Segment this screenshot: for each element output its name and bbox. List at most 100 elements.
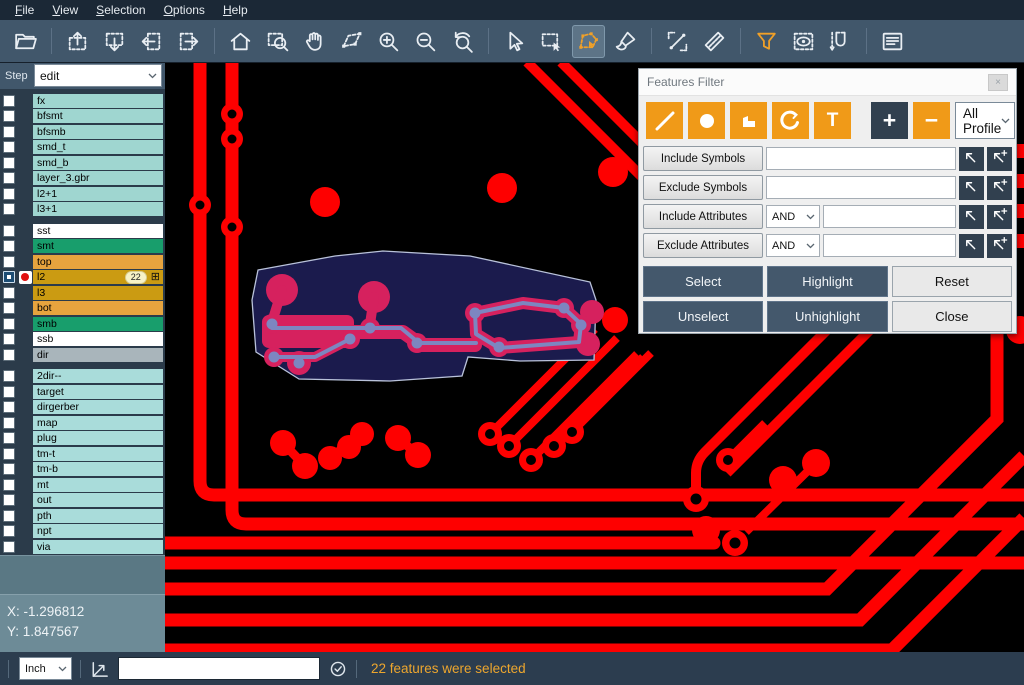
layer-checkbox-dir[interactable] (0, 349, 17, 361)
layer-checkbox-l3[interactable] (0, 287, 17, 299)
layer-checkbox-bot[interactable] (0, 302, 17, 314)
layer-checkbox-map[interactable] (0, 417, 17, 429)
close-button[interactable]: Close (892, 301, 1012, 332)
layer-grid-icon[interactable]: ⊞ (151, 272, 160, 283)
layer-name-l2+1[interactable]: l2+1 (33, 187, 163, 201)
layer-checkbox-2dir--[interactable] (0, 370, 17, 382)
features-filter-button[interactable] (750, 25, 783, 58)
measure-button[interactable] (661, 25, 694, 58)
ruler-button[interactable] (698, 25, 731, 58)
select-button[interactable]: Select (643, 266, 763, 297)
text-filter-button[interactable]: T (814, 102, 851, 139)
view-options-button[interactable] (787, 25, 820, 58)
layer-name-l2[interactable]: l222⊞ (33, 270, 163, 284)
layer-name-bfsmt[interactable]: bfsmt (33, 109, 163, 123)
line-filter-button[interactable] (646, 102, 683, 139)
layer-name-pth[interactable]: pth (33, 509, 163, 523)
include-attributes-pick-icon[interactable] (959, 205, 984, 229)
layer-checkbox-tm-b[interactable] (0, 463, 17, 475)
layer-name-smd_b[interactable]: smd_b (33, 156, 163, 170)
layer-name-top[interactable]: top (33, 255, 163, 269)
layer-checkbox-l2+1[interactable] (0, 188, 17, 200)
exclude-attributes-and-select[interactable]: AND (766, 234, 820, 257)
zoom-previous-button[interactable] (446, 25, 479, 58)
include-symbols-input[interactable] (766, 147, 956, 170)
layer-checkbox-bfsmb[interactable] (0, 126, 17, 138)
layer-name-l3[interactable]: l3 (33, 286, 163, 300)
arc-filter-button[interactable] (772, 102, 809, 139)
refresh-check-icon[interactable] (328, 659, 348, 679)
exclude-attributes-input[interactable] (823, 234, 956, 257)
layer-checkbox-bfsmt[interactable] (0, 110, 17, 122)
layer-checkbox-target[interactable] (0, 386, 17, 398)
unit-select[interactable]: Inch (19, 657, 72, 680)
layer-checkbox-fx[interactable] (0, 95, 17, 107)
layer-checkbox-top[interactable] (0, 256, 17, 268)
layer-name-2dir--[interactable]: 2dir-- (33, 369, 163, 383)
zoom-in-button[interactable] (372, 25, 405, 58)
layer-checkbox-smb[interactable] (0, 318, 17, 330)
layers-panel-button[interactable] (876, 25, 909, 58)
dialog-title-bar[interactable]: Features Filter × (639, 69, 1016, 96)
layer-name-map[interactable]: map (33, 416, 163, 430)
layer-name-via[interactable]: via (33, 540, 163, 554)
remove-filter-button[interactable]: − (913, 102, 950, 139)
snap-button[interactable] (824, 25, 857, 58)
layer-name-tm-b[interactable]: tm-b (33, 462, 163, 476)
include-symbols-button[interactable]: Include Symbols (643, 146, 763, 171)
include-symbols-pick-icon[interactable] (959, 147, 984, 171)
layer-name-smt[interactable]: smt (33, 239, 163, 253)
exclude-attributes-pick-add-icon[interactable] (987, 234, 1012, 258)
zoom-polygon-button[interactable] (335, 25, 368, 58)
layer-checkbox-ssb[interactable] (0, 333, 17, 345)
include-attributes-and-select[interactable]: AND (766, 205, 820, 228)
include-attributes-input[interactable] (823, 205, 956, 228)
menu-selection[interactable]: Selection (87, 2, 154, 18)
layer-checkbox-l2[interactable] (0, 271, 17, 283)
pan-button[interactable] (298, 25, 331, 58)
layer-checkbox-smd_t[interactable] (0, 141, 17, 153)
layer-checkbox-smt[interactable] (0, 240, 17, 252)
dialog-close-button[interactable]: × (988, 74, 1008, 91)
rectangle-select-button[interactable] (535, 25, 568, 58)
layer-name-fx[interactable]: fx (33, 94, 163, 108)
layer-name-plug[interactable]: plug (33, 431, 163, 445)
layer-checkbox-pth[interactable] (0, 510, 17, 522)
layer-checkbox-smd_b[interactable] (0, 157, 17, 169)
import-down-button[interactable] (98, 25, 131, 58)
layer-checkbox-tm-t[interactable] (0, 448, 17, 460)
layer-checkbox-npt[interactable] (0, 525, 17, 537)
exclude-symbols-pick-add-icon[interactable] (987, 176, 1012, 200)
layer-checkbox-plug[interactable] (0, 432, 17, 444)
command-input[interactable] (118, 657, 320, 680)
shift-right-button[interactable] (172, 25, 205, 58)
step-select[interactable]: edit (34, 64, 162, 87)
surface-filter-button[interactable] (730, 102, 767, 139)
zoom-home-button[interactable] (224, 25, 257, 58)
add-filter-button[interactable]: + (871, 102, 908, 139)
include-attributes-pick-add-icon[interactable] (987, 205, 1012, 229)
profile-select[interactable]: All Profile (955, 102, 1015, 139)
layer-name-l3+1[interactable]: l3+1 (33, 202, 163, 216)
layer-name-tm-t[interactable]: tm-t (33, 447, 163, 461)
brush-button[interactable] (609, 25, 642, 58)
shift-left-button[interactable] (135, 25, 168, 58)
include-symbols-pick-add-icon[interactable] (987, 147, 1012, 171)
menu-options[interactable]: Options (155, 2, 214, 18)
highlight-button[interactable]: Highlight (767, 266, 887, 297)
include-attributes-button[interactable]: Include Attributes (643, 204, 763, 229)
layer-name-dirgerber[interactable]: dirgerber (33, 400, 163, 414)
layer-name-bot[interactable]: bot (33, 301, 163, 315)
layer-checkbox-mt[interactable] (0, 479, 17, 491)
exclude-symbols-button[interactable]: Exclude Symbols (643, 175, 763, 200)
layer-name-bfsmb[interactable]: bfsmb (33, 125, 163, 139)
unhighlight-button[interactable]: Unhighlight (767, 301, 887, 332)
pad-filter-button[interactable] (688, 102, 725, 139)
zoom-out-button[interactable] (409, 25, 442, 58)
layer-name-out[interactable]: out (33, 493, 163, 507)
menu-file[interactable]: File (6, 2, 43, 18)
layer-checkbox-sst[interactable] (0, 225, 17, 237)
exclude-symbols-input[interactable] (766, 176, 956, 199)
layer-checkbox-layer_3.gbr[interactable] (0, 172, 17, 184)
layer-checkbox-l3+1[interactable] (0, 203, 17, 215)
